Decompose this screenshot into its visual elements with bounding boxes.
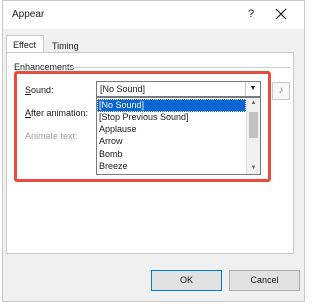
help-button[interactable]: ? — [243, 6, 259, 22]
cancel-button[interactable]: Cancel — [229, 270, 300, 291]
title-bar: Appear ? — [3, 1, 304, 29]
group-divider — [66, 67, 290, 68]
ok-button[interactable]: OK — [151, 270, 222, 291]
sound-preview-icon[interactable]: ♪ — [272, 82, 290, 100]
tab-effect[interactable]: Effect — [6, 35, 44, 53]
highlight-annotation — [14, 71, 271, 182]
close-button[interactable] — [272, 5, 290, 23]
dialog-title: Appear — [12, 9, 45, 20]
close-icon — [275, 8, 287, 20]
